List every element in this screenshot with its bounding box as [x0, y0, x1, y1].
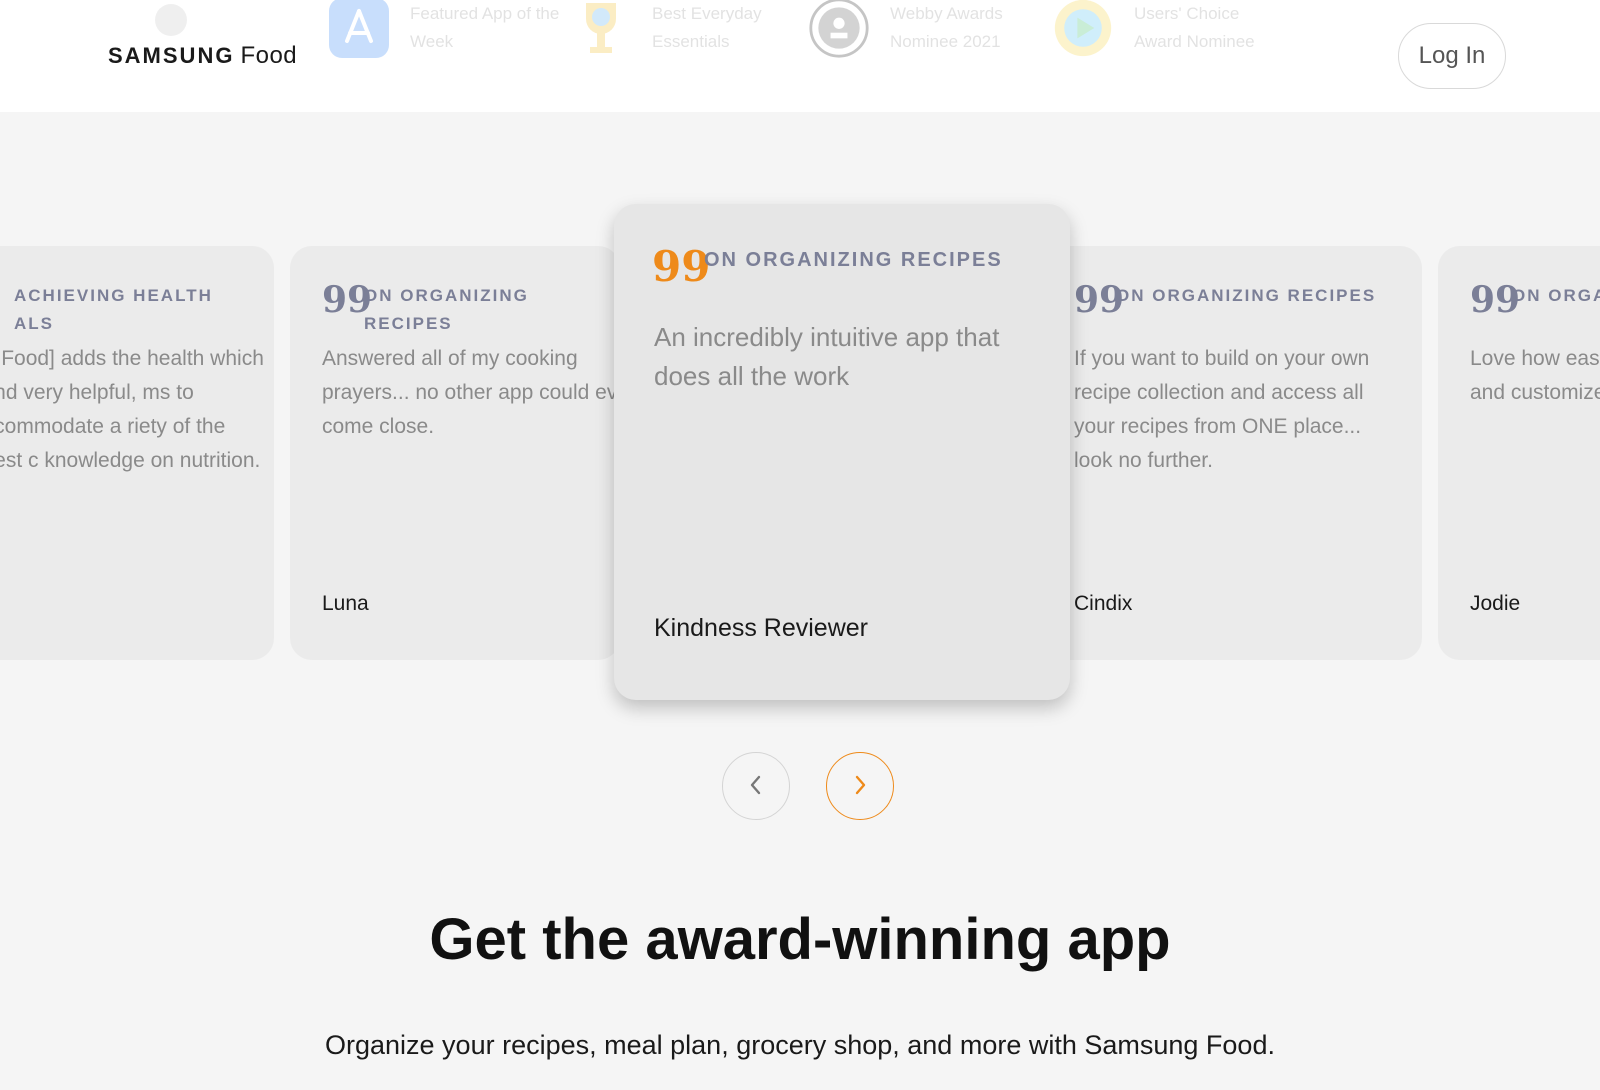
testimonial-quote: Answered all of my cooking prayers... no…: [322, 347, 618, 438]
cta-subtitle: Organize your recipes, meal plan, grocer…: [325, 1030, 1275, 1060]
trophy-icon: [140, 0, 202, 59]
award-text: Featured App of the Week: [410, 4, 560, 51]
award-item: Users' Choice Award Nominee: [1052, 0, 1284, 68]
testimonial-quote: Love how eas recipes from a and customiz…: [1470, 347, 1600, 404]
testimonial-card[interactable]: 99 ACHIEVING HEALTH ALS ng Food] adds th…: [0, 246, 274, 660]
testimonial-topic: ON ORGANIZING RECIPES: [364, 286, 529, 333]
chevron-left-icon: [748, 774, 764, 799]
award-cup-icon: [570, 0, 632, 59]
carousel-next-button[interactable]: [826, 752, 894, 820]
testimonial-topic: ON ORGA: [1512, 286, 1600, 305]
app-store-icon: [328, 0, 390, 59]
testimonial-topic: ON ORGANIZING RECIPES: [1116, 286, 1377, 305]
awards-strip: Featured App of the Week Best Everyday E…: [140, 0, 1320, 68]
award-item: Best Everyday Essentials: [570, 0, 802, 68]
testimonial-quote: An incredibly intuitive app that does al…: [654, 322, 1000, 391]
award-text: Best Everyday Essentials: [652, 4, 762, 51]
testimonial-quote: If you want to build on your own recipe …: [1074, 347, 1370, 472]
login-button[interactable]: Log In: [1398, 23, 1506, 89]
testimonial-topic: ACHIEVING HEALTH ALS: [14, 286, 213, 333]
testimonial-card-active[interactable]: 99 ON ORGANIZING RECIPES An incredibly i…: [614, 204, 1070, 700]
quote-icon: 99: [652, 242, 711, 291]
award-item: [140, 0, 202, 68]
testimonial-author: Kindness Reviewer: [654, 614, 868, 642]
testimonial-author: Jodie: [1470, 592, 1521, 615]
carousel-prev-button[interactable]: [722, 752, 790, 820]
testimonial-carousel: 99 ACHIEVING HEALTH ALS ng Food] adds th…: [0, 112, 1600, 832]
award-item: Webby Awards Nominee 2021: [808, 0, 1040, 68]
testimonial-card[interactable]: 99 ON ORGANIZING RECIPES Answered all of…: [290, 246, 620, 660]
award-text: Users' Choice Award Nominee: [1134, 4, 1255, 51]
play-store-icon: [1052, 0, 1114, 59]
testimonial-quote: ng Food] adds the health which I find ve…: [0, 347, 264, 472]
award-text: Webby Awards Nominee 2021: [890, 4, 1003, 51]
award-item: Featured App of the Week: [328, 0, 560, 68]
cta-title: Get the award-winning app: [429, 907, 1171, 972]
webby-badge-icon: [808, 0, 870, 59]
testimonial-topic: ON ORGANIZING RECIPES: [704, 249, 1003, 271]
testimonial-card[interactable]: 99 ON ORGA Love how eas recipes from a a…: [1438, 246, 1600, 660]
testimonial-card[interactable]: 99 ON ORGANIZING RECIPES If you want to …: [1042, 246, 1422, 660]
site-header: SAMSUNG Food Featured App of the Week Bes…: [0, 0, 1600, 112]
testimonial-author: Luna: [322, 592, 369, 615]
testimonial-author: Cindix: [1074, 592, 1133, 615]
chevron-right-icon: [852, 774, 868, 799]
